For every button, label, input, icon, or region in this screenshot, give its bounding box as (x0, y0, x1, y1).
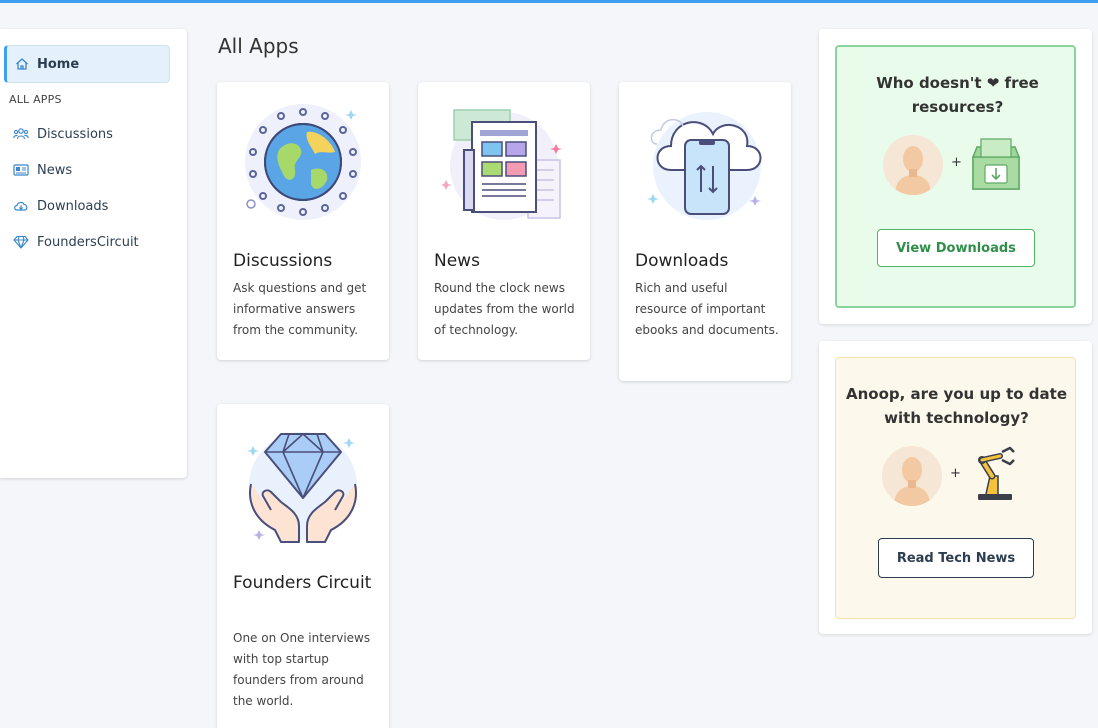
card-title: Downloads (635, 251, 729, 271)
globe-illustration-icon (241, 100, 365, 224)
promo-downloads: Who doesn't ❤ free resources? + View Dow… (819, 29, 1092, 324)
cloud-download-icon (13, 199, 29, 213)
sidebar-item-home[interactable]: Home (4, 45, 170, 83)
sidebar-item-label: News (37, 162, 73, 178)
app-card-discussions[interactable]: Discussions Ask questions and get inform… (217, 82, 389, 360)
card-title: News (434, 251, 480, 271)
diamond-icon (13, 235, 29, 249)
section-label: ALL APPS (9, 93, 62, 106)
download-box-icon (969, 135, 1023, 193)
sidebar-item-label: Downloads (37, 198, 109, 214)
app-card-downloads[interactable]: Downloads Rich and useful resource of im… (619, 82, 791, 381)
view-downloads-button[interactable]: View Downloads (877, 229, 1035, 267)
top-accent-bar (0, 0, 1098, 3)
newspaper-icon (13, 164, 29, 176)
card-description: Rich and useful resource of important eb… (635, 281, 779, 337)
promo-tech-news: Anoop, are you up to date with technolog… (819, 341, 1092, 634)
read-tech-news-button[interactable]: Read Tech News (878, 538, 1034, 578)
promo-title: Anoop, are you up to date with technolog… (846, 385, 1067, 427)
sidebar-item-label: Home (37, 56, 80, 72)
sidebar-item-news[interactable]: News (13, 160, 72, 180)
card-description: Round the clock news updates from the wo… (434, 281, 575, 337)
promo-downloads-panel: Who doesn't ❤ free resources? + View Dow… (835, 45, 1076, 308)
sidebar-item-label: Discussions (37, 126, 113, 142)
sidebar-item-downloads[interactable]: Downloads (13, 196, 108, 216)
home-icon (15, 57, 29, 71)
card-title: Founders Circuit (233, 573, 372, 593)
app-card-news[interactable]: News Round the clock news updates from t… (418, 82, 590, 360)
cloud-phone-illustration-icon (643, 100, 767, 224)
sidebar-item-discussions[interactable]: Discussions (13, 124, 113, 144)
sidebar-item-label: FoundersCircuit (37, 234, 139, 250)
app-card-founders-circuit[interactable]: Founders Circuit One on One interviews w… (217, 404, 389, 728)
promo-title: Who doesn't ❤ free resources? (876, 74, 1039, 116)
card-description: One on One interviews with top startup f… (233, 631, 371, 708)
users-icon (13, 127, 29, 141)
robot-arm-icon (968, 446, 1022, 504)
card-title: Discussions (233, 251, 333, 271)
sidebar-item-founderscircuit[interactable]: FoundersCircuit (13, 232, 139, 252)
card-description: Ask questions and get informative answer… (233, 281, 367, 337)
plus-sign: + (951, 155, 962, 170)
page-title: All Apps (218, 34, 299, 58)
plus-sign: + (950, 466, 961, 481)
diamond-hands-illustration-icon (241, 422, 365, 546)
avatar (883, 135, 943, 195)
newspaper-illustration-icon (440, 100, 566, 224)
avatar (882, 446, 942, 506)
sidebar: Home ALL APPS Discussions News Downloads… (0, 29, 187, 478)
promo-tech-news-panel: Anoop, are you up to date with technolog… (835, 357, 1076, 619)
